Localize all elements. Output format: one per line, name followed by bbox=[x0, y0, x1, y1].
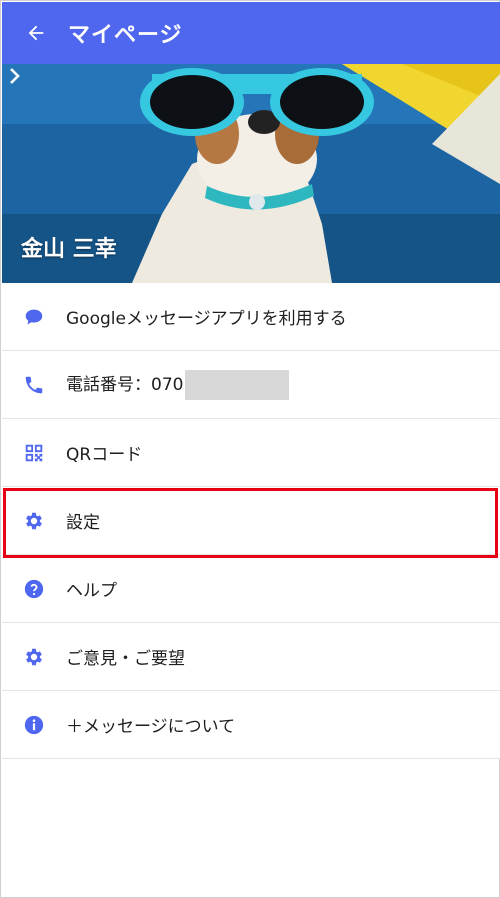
menu-item-label: 電話番号：070 bbox=[66, 369, 290, 400]
menu-item-label: QRコード bbox=[66, 445, 143, 465]
help-circle-icon bbox=[22, 577, 46, 601]
back-button[interactable] bbox=[20, 17, 52, 49]
menu-item-label: ご意見・ご要望 bbox=[66, 649, 185, 669]
message-bubble-icon bbox=[22, 305, 46, 329]
menu-item-feedback[interactable]: ご意見・ご要望 bbox=[2, 623, 500, 691]
highlight-box bbox=[3, 488, 498, 558]
menu-item-qr-code[interactable]: QRコード bbox=[2, 419, 500, 487]
profile-name: 金山 三幸 bbox=[21, 237, 117, 262]
chevron-right-icon bbox=[10, 68, 20, 84]
app-bar: マイページ bbox=[2, 2, 500, 64]
gear-icon bbox=[22, 645, 46, 669]
menu-item-help[interactable]: ヘルプ bbox=[2, 555, 500, 623]
menu-item-phone-number: 電話番号：070 bbox=[2, 351, 500, 419]
menu-item-about[interactable]: ＋メッセージについて bbox=[2, 691, 500, 759]
menu-item-label: Googleメッセージアプリを利用する bbox=[66, 309, 347, 329]
profile-header[interactable]: 金山 三幸 bbox=[2, 64, 500, 283]
menu-item-label: ＋メッセージについて bbox=[66, 717, 236, 737]
arrow-left-icon bbox=[28, 25, 44, 41]
phone-icon bbox=[22, 373, 46, 397]
menu-item-label: ヘルプ bbox=[66, 581, 117, 601]
page-title: マイページ bbox=[68, 23, 183, 48]
redacted-phone-number bbox=[185, 369, 290, 400]
info-icon bbox=[22, 713, 46, 737]
menu-item-google-messages[interactable]: Googleメッセージアプリを利用する bbox=[2, 283, 500, 351]
phone-screen: マイページ 金山 三幸 Googleメッセージアプリを利用する 電話番号：070… bbox=[0, 0, 500, 898]
qr-code-icon bbox=[22, 441, 46, 465]
